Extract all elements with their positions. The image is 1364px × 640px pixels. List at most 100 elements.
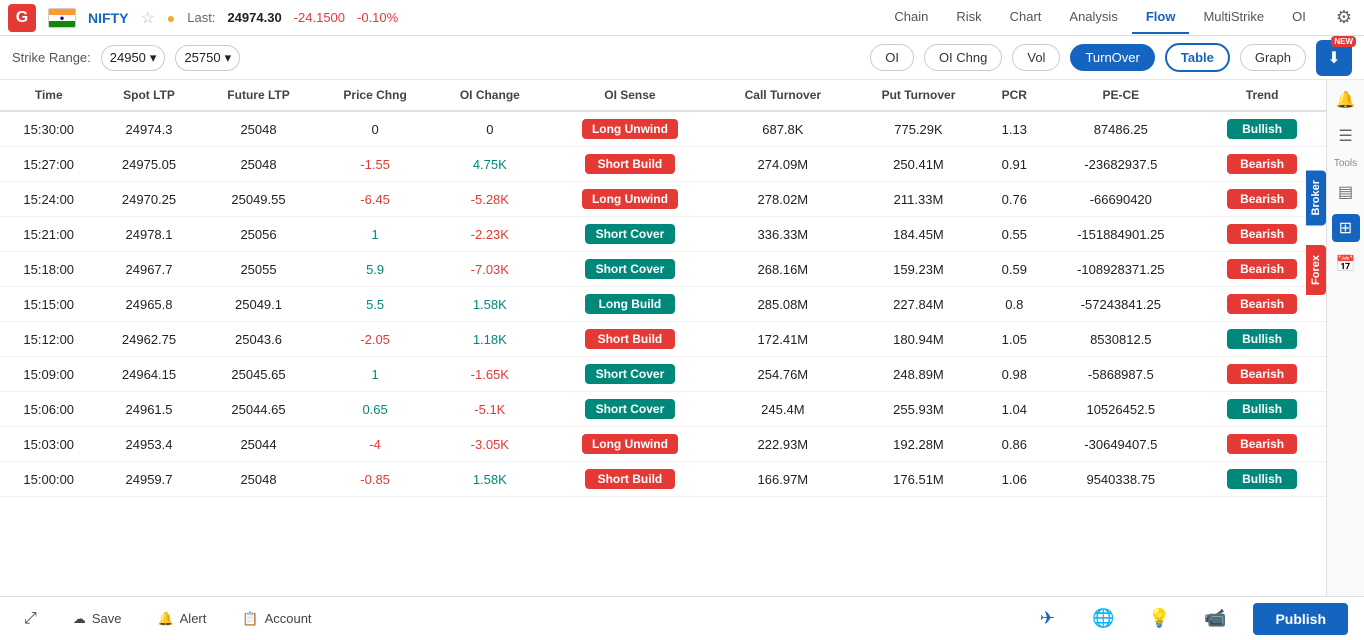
grid-active-icon[interactable]: ⊞ — [1332, 214, 1360, 242]
col-price-chng: Price Chng — [316, 80, 433, 111]
tab-flow[interactable]: Flow — [1132, 1, 1190, 34]
star-icon[interactable]: ☆ — [140, 8, 154, 28]
cell-spot: 24959.7 — [97, 462, 200, 497]
strike2-value: 25750 — [184, 50, 220, 65]
settings-icon[interactable]: ⚙ — [1332, 3, 1356, 32]
globe-icon[interactable]: 🌐 — [1085, 601, 1121, 637]
tab-chart[interactable]: Chart — [996, 1, 1056, 34]
strike2-select[interactable]: 25750 ▾ — [175, 45, 240, 71]
cell-price-chng: -6.45 — [316, 182, 433, 217]
vol-button[interactable]: Vol — [1012, 44, 1060, 71]
table-row[interactable]: 15:00:00 24959.7 25048 -0.85 1.58K Short… — [0, 462, 1326, 497]
video-icon[interactable]: 📹 — [1197, 601, 1233, 637]
menu-icon[interactable]: ☰ — [1332, 122, 1360, 150]
table-row[interactable]: 15:18:00 24967.7 25055 5.9 -7.03K Short … — [0, 252, 1326, 287]
cell-time: 15:09:00 — [0, 357, 97, 392]
tab-chain[interactable]: Chain — [880, 1, 942, 34]
table-row[interactable]: 15:09:00 24964.15 25045.65 1 -1.65K Shor… — [0, 357, 1326, 392]
col-oi-change: OI Change — [434, 80, 546, 111]
oi-sense-badge: Short Build — [585, 469, 675, 489]
cell-spot: 24978.1 — [97, 217, 200, 252]
broker-tab[interactable]: Broker — [1306, 170, 1326, 225]
cell-trend: Bearish — [1198, 427, 1326, 462]
cell-pece: 10526452.5 — [1043, 392, 1198, 427]
price-pct: -0.10% — [357, 10, 398, 25]
cell-future: 25048 — [201, 147, 317, 182]
cell-pcr: 0.86 — [985, 427, 1043, 462]
table-row[interactable]: 15:15:00 24965.8 25049.1 5.5 1.58K Long … — [0, 287, 1326, 322]
columns-icon[interactable]: ▤ — [1332, 178, 1360, 206]
cell-put-to: 255.93M — [852, 392, 986, 427]
table-row[interactable]: 15:27:00 24975.05 25048 -1.55 4.75K Shor… — [0, 147, 1326, 182]
cell-oi-sense: Long Build — [546, 287, 714, 322]
cell-time: 15:18:00 — [0, 252, 97, 287]
cell-pcr: 1.13 — [985, 111, 1043, 147]
ticker-name: NIFTY — [88, 10, 128, 26]
trend-badge: Bearish — [1227, 154, 1297, 174]
graph-button[interactable]: Graph — [1240, 44, 1306, 71]
publish-button[interactable]: Publish — [1253, 603, 1348, 635]
tab-analysis[interactable]: Analysis — [1055, 1, 1131, 34]
bulb-icon[interactable]: 💡 — [1141, 601, 1177, 637]
expand-button[interactable]: ⤢ — [16, 606, 45, 632]
last-price: 24974.30 — [227, 10, 281, 25]
table-row[interactable]: 15:30:00 24974.3 25048 0 0 Long Unwind 6… — [0, 111, 1326, 147]
cell-price-chng: 0.65 — [316, 392, 433, 427]
cell-spot: 24967.7 — [97, 252, 200, 287]
cell-pece: -23682937.5 — [1043, 147, 1198, 182]
table-button[interactable]: Table — [1165, 43, 1230, 72]
cell-oi-change: 0 — [434, 111, 546, 147]
cell-pcr: 1.05 — [985, 322, 1043, 357]
cell-spot: 24970.25 — [97, 182, 200, 217]
cell-put-to: 211.33M — [852, 182, 986, 217]
cell-put-to: 248.89M — [852, 357, 986, 392]
calendar-icon[interactable]: 📅 — [1332, 250, 1360, 278]
oi-button[interactable]: OI — [870, 44, 914, 71]
telegram-icon[interactable]: ✈ — [1029, 601, 1065, 637]
oi-chng-button[interactable]: OI Chng — [924, 44, 1002, 71]
alert-button[interactable]: 🔔 Alert — [149, 607, 214, 631]
cell-spot: 24962.75 — [97, 322, 200, 357]
cell-future: 25049.1 — [201, 287, 317, 322]
turnover-button[interactable]: TurnOver — [1070, 44, 1154, 71]
tab-multistrike[interactable]: MultiStrike — [1189, 1, 1278, 34]
download-icon: ⬇ — [1327, 48, 1340, 68]
col-spot: Spot LTP — [97, 80, 200, 111]
cell-oi-change: -5.28K — [434, 182, 546, 217]
save-icon: ☁ — [73, 611, 86, 627]
cell-put-to: 250.41M — [852, 147, 986, 182]
flow-table: Time Spot LTP Future LTP Price Chng OI C… — [0, 80, 1326, 497]
tab-oi[interactable]: OI — [1278, 1, 1320, 34]
cell-price-chng: 5.9 — [316, 252, 433, 287]
chevron-down-icon2: ▾ — [225, 50, 232, 66]
trend-badge: Bearish — [1227, 189, 1297, 209]
strike1-select[interactable]: 24950 ▾ — [101, 45, 166, 71]
alert-label: Alert — [180, 611, 207, 626]
table-row[interactable]: 15:12:00 24962.75 25043.6 -2.05 1.18K Sh… — [0, 322, 1326, 357]
cell-time: 15:12:00 — [0, 322, 97, 357]
cell-trend: Bullish — [1198, 111, 1326, 147]
cell-oi-sense: Short Cover — [546, 217, 714, 252]
table-row[interactable]: 15:24:00 24970.25 25049.55 -6.45 -5.28K … — [0, 182, 1326, 217]
cell-call-to: 166.97M — [714, 462, 852, 497]
cell-price-chng: 0 — [316, 111, 433, 147]
cell-pcr: 0.91 — [985, 147, 1043, 182]
table-row[interactable]: 15:21:00 24978.1 25056 1 -2.23K Short Co… — [0, 217, 1326, 252]
download-button[interactable]: ⬇ NEW — [1316, 40, 1352, 76]
account-button[interactable]: 📋 Account — [234, 607, 319, 631]
tab-risk[interactable]: Risk — [942, 1, 995, 34]
table-row[interactable]: 15:06:00 24961.5 25044.65 0.65 -5.1K Sho… — [0, 392, 1326, 427]
cell-time: 15:00:00 — [0, 462, 97, 497]
cell-spot: 24953.4 — [97, 427, 200, 462]
cell-pcr: 0.76 — [985, 182, 1043, 217]
cell-future: 25056 — [201, 217, 317, 252]
save-button[interactable]: ☁ Save — [65, 607, 130, 631]
trend-badge: Bearish — [1227, 364, 1297, 384]
cell-pece: -108928371.25 — [1043, 252, 1198, 287]
table-row[interactable]: 15:03:00 24953.4 25044 -4 -3.05K Long Un… — [0, 427, 1326, 462]
cell-oi-sense: Long Unwind — [546, 111, 714, 147]
forex-tab[interactable]: Forex — [1306, 245, 1326, 295]
bell-icon[interactable]: 🔔 — [1332, 86, 1360, 114]
logo: G — [8, 4, 36, 32]
cell-call-to: 254.76M — [714, 357, 852, 392]
